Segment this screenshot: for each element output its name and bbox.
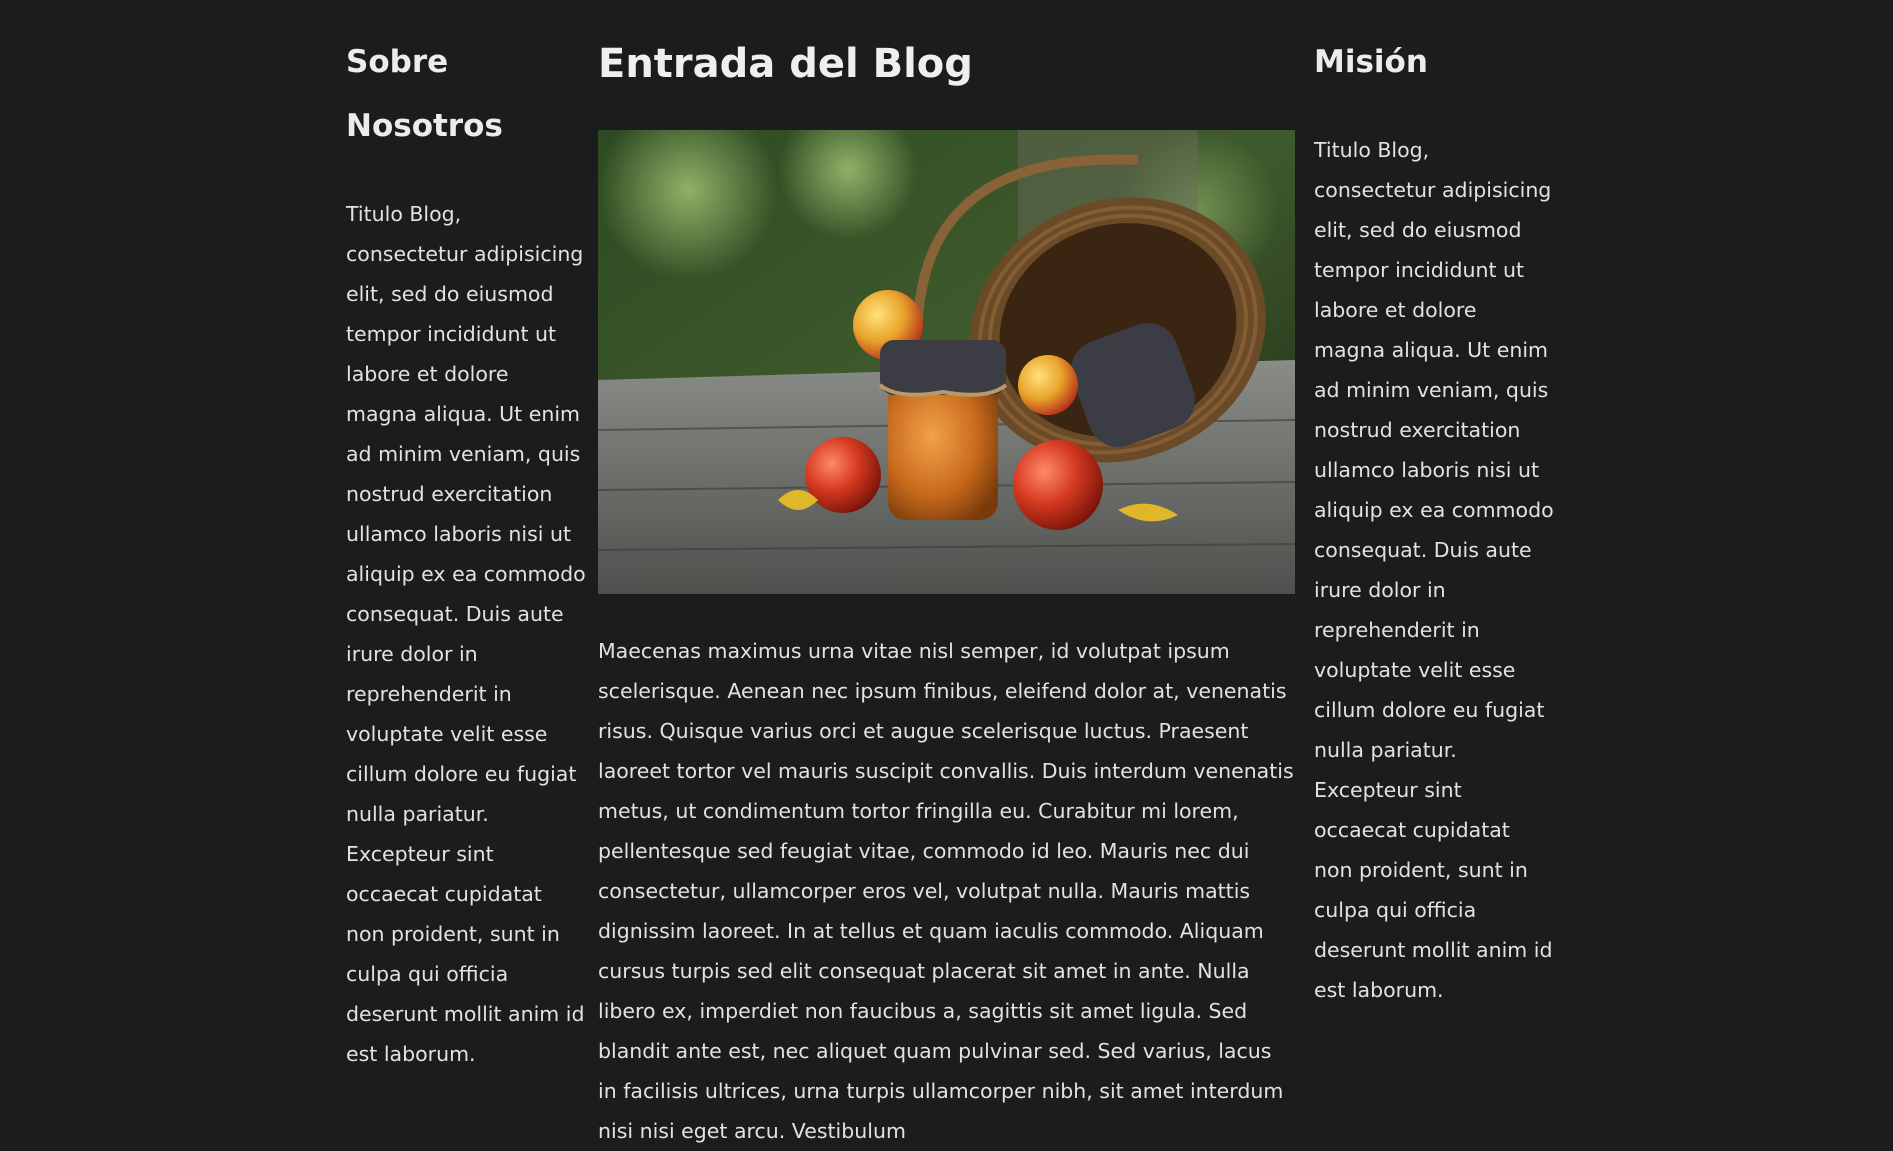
about-sidebar: Sobre Nosotros Titulo Blog, consectetur … — [346, 0, 586, 1074]
about-title: Sobre Nosotros — [346, 44, 503, 144]
entry-body: Maecenas maximus urna vitae nisl semper,… — [598, 639, 1294, 1143]
mission-title: Misión — [1314, 44, 1428, 80]
blog-page: Sobre Nosotros Titulo Blog, consectetur … — [0, 0, 1893, 1143]
entry-image — [598, 130, 1295, 594]
blog-entry: Entrada del Blog Maecenas maximus urna v… — [598, 0, 1296, 1151]
mission-text: Titulo Blog, consectetur adipisicing eli… — [1314, 138, 1554, 1002]
basket-apples-jam-photo — [598, 130, 1295, 594]
mission-sidebar: Misión Titulo Blog, consectetur adipisic… — [1314, 0, 1554, 1010]
about-text: Titulo Blog, consectetur adipisicing eli… — [346, 202, 586, 1066]
entry-title: Entrada del Blog — [598, 41, 973, 87]
